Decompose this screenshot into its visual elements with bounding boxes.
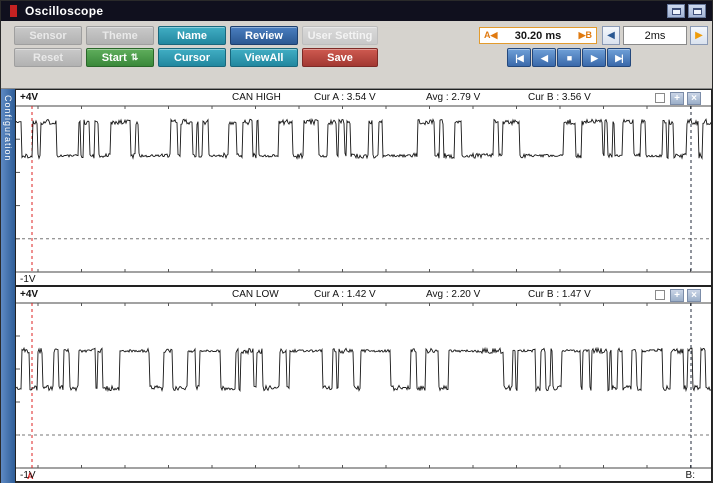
- start-spinner-icon: ⇅: [131, 53, 139, 62]
- window-title: Oscilloscope: [25, 4, 103, 18]
- toolbar: Sensor Theme Name Review User Setting A◀…: [1, 21, 712, 89]
- start-label: Start: [102, 49, 127, 67]
- scale-bottom-label: -1V: [20, 470, 36, 481]
- reset-button[interactable]: Reset: [14, 48, 82, 67]
- media-prev-button[interactable]: ◀: [532, 48, 556, 67]
- cursor-a-reading: Cur A : 1.42 V: [314, 289, 376, 300]
- configuration-label: Configuration: [3, 95, 13, 162]
- waveform-canvas-ch2: [16, 287, 711, 481]
- name-button[interactable]: Name: [158, 26, 226, 45]
- cursor-a-reading: Cur A : 3.54 V: [314, 92, 376, 103]
- zoom-in-icon[interactable]: +: [670, 92, 684, 105]
- window-restore-icon[interactable]: [667, 4, 685, 18]
- maximize-glyph: [693, 8, 702, 15]
- zoom-in-icon[interactable]: +: [670, 289, 684, 302]
- cursor-button[interactable]: Cursor: [158, 48, 226, 67]
- sensor-button[interactable]: Sensor: [14, 26, 82, 45]
- timebase-prev-button[interactable]: ◀: [602, 26, 620, 45]
- timebase-select[interactable]: 2ms: [623, 26, 687, 45]
- configuration-sidebar-tab[interactable]: Configuration: [1, 89, 15, 483]
- viewall-button[interactable]: ViewAll: [230, 48, 298, 67]
- window-controls: [667, 4, 706, 18]
- channel-panel-can-low: +4V CAN LOW Cur A : 1.42 V Avg : 2.20 V …: [15, 286, 712, 482]
- media-stop-button[interactable]: ■: [557, 48, 581, 67]
- cursor-b-marker-icon: ▶B: [579, 30, 592, 41]
- review-button[interactable]: Review: [230, 26, 298, 45]
- timebase-next-button[interactable]: ▶: [690, 26, 708, 45]
- waveform-trace: [16, 348, 711, 391]
- channel-name: CAN HIGH: [232, 92, 281, 103]
- start-button[interactable]: Start ⇅: [86, 48, 154, 67]
- scale-top-label: +4V: [20, 289, 38, 300]
- restore-glyph: [672, 8, 681, 15]
- cursor-a-marker-icon: A◀: [484, 30, 497, 41]
- cursor-b-reading: Cur B : 1.47 V: [528, 289, 591, 300]
- app-icon: [10, 5, 17, 17]
- channel-name: CAN LOW: [232, 289, 279, 300]
- channel-visible-checkbox[interactable]: [655, 290, 665, 300]
- media-last-button[interactable]: ▶|: [607, 48, 631, 67]
- average-reading: Avg : 2.20 V: [426, 289, 480, 300]
- channel-header-ch2: +4V CAN LOW Cur A : 1.42 V Avg : 2.20 V …: [16, 287, 711, 303]
- oscilloscope-window: Oscilloscope Sensor Theme Name Review Us…: [0, 0, 713, 483]
- close-channel-icon[interactable]: ×: [687, 289, 701, 302]
- scale-top-label: +4V: [20, 92, 38, 103]
- media-first-button[interactable]: |◀: [507, 48, 531, 67]
- waveform-trace: [16, 119, 711, 158]
- theme-button[interactable]: Theme: [86, 26, 154, 45]
- channel-visible-checkbox[interactable]: [655, 93, 665, 103]
- user-setting-button[interactable]: User Setting: [302, 26, 378, 45]
- waveform-canvas-ch1: [16, 90, 711, 285]
- channel-header-ch1: +4V CAN HIGH Cur A : 3.54 V Avg : 2.79 V…: [16, 90, 711, 106]
- media-play-button[interactable]: ▶: [582, 48, 606, 67]
- cursor-time-display: A◀ 30.20 ms ▶B: [479, 27, 597, 44]
- channel-panel-can-high: +4V CAN HIGH Cur A : 3.54 V Avg : 2.79 V…: [15, 89, 712, 286]
- average-reading: Avg : 2.79 V: [426, 92, 480, 103]
- save-button[interactable]: Save: [302, 48, 378, 67]
- close-channel-icon[interactable]: ×: [687, 92, 701, 105]
- cursor-delta-time: 30.20 ms: [515, 30, 561, 42]
- cursor-b-bottom-label: B:: [686, 470, 695, 481]
- scale-bottom-label: -1V: [20, 274, 36, 285]
- titlebar: Oscilloscope: [1, 1, 712, 21]
- cursor-b-reading: Cur B : 3.56 V: [528, 92, 591, 103]
- window-maximize-icon[interactable]: [688, 4, 706, 18]
